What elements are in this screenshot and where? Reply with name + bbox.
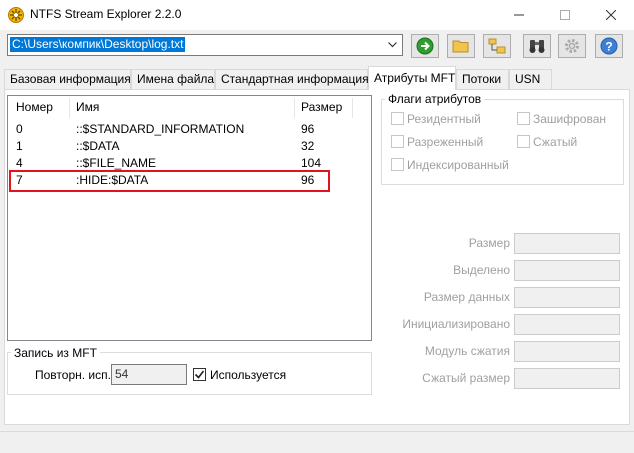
tree-view-button[interactable]	[483, 34, 511, 58]
column-divider	[69, 98, 70, 118]
reuse-label: Повторн. исп.	[35, 368, 111, 382]
attributes-list[interactable]: Номер Имя Размер 0 ::$STANDARD_INFORMATI…	[7, 95, 372, 341]
allocated-label: Выделено	[453, 263, 510, 277]
close-icon	[606, 10, 616, 20]
go-arrow-icon	[416, 37, 434, 55]
column-divider	[294, 98, 295, 118]
path-dropdown-button[interactable]	[384, 35, 400, 55]
data-size-label: Размер данных	[423, 290, 510, 304]
binoculars-icon	[529, 40, 545, 53]
maximize-button[interactable]	[542, 0, 588, 30]
allocated-field	[514, 260, 620, 281]
compressed-size-label: Сжатый размер	[422, 371, 510, 385]
row-name: ::$STANDARD_INFORMATION	[76, 122, 245, 136]
column-divider	[352, 98, 353, 118]
compressed-size-field	[514, 368, 620, 389]
close-button[interactable]	[588, 0, 634, 30]
window-title: NTFS Stream Explorer 2.2.0	[30, 7, 182, 21]
settings-button[interactable]	[558, 34, 586, 58]
help-button[interactable]: ?	[595, 34, 623, 58]
svg-text:?: ?	[605, 40, 612, 54]
column-header-name[interactable]: Имя	[76, 96, 99, 119]
checkmark-icon	[194, 370, 205, 379]
column-header-number[interactable]: Номер	[16, 96, 53, 119]
column-header-size[interactable]: Размер	[301, 96, 342, 119]
row-name: ::$DATA	[76, 139, 120, 153]
maximize-icon	[560, 10, 570, 20]
compression-unit-label: Модуль сжатия	[424, 344, 510, 358]
tab-basic-info[interactable]: Базовая информация	[4, 69, 131, 89]
in-use-label: Используется	[210, 368, 287, 382]
status-bar	[0, 431, 634, 453]
size-field	[514, 233, 620, 254]
folder-tree-icon	[488, 38, 506, 54]
row-number: 1	[16, 139, 23, 153]
compressed-label: Сжатый	[533, 135, 578, 149]
indexed-checkbox[interactable]	[391, 158, 404, 171]
minimize-button[interactable]	[496, 0, 542, 30]
row-size: 96	[301, 122, 315, 136]
sparse-label: Разреженный	[407, 135, 484, 149]
gear-icon	[565, 39, 579, 53]
compression-unit-field	[514, 341, 620, 362]
chevron-down-icon	[387, 42, 397, 48]
resident-label: Резидентный	[407, 112, 481, 126]
folder-icon	[452, 40, 469, 53]
sparse-checkbox[interactable]	[391, 135, 404, 148]
size-label: Размер	[468, 236, 510, 250]
path-value: C:\Users\компик\Desktop\log.txt	[10, 37, 186, 52]
compressed-checkbox[interactable]	[517, 135, 530, 148]
path-combobox[interactable]: C:\Users\компик\Desktop\log.txt	[7, 34, 403, 56]
indexed-label: Индексированный	[407, 158, 509, 172]
encrypted-checkbox[interactable]	[517, 112, 530, 125]
tab-usn[interactable]: USN	[509, 69, 552, 89]
tab-file-names[interactable]: Имена файла	[131, 69, 215, 89]
title-bar: NTFS Stream Explorer 2.2.0	[0, 0, 634, 30]
search-button[interactable]	[523, 34, 551, 58]
data-size-field	[514, 287, 620, 308]
hidden-stream-highlight	[9, 170, 330, 192]
initialized-field	[514, 314, 620, 335]
encrypted-label: Зашифрован	[533, 112, 607, 126]
tab-standard-info[interactable]: Стандартная информация	[215, 69, 369, 89]
app-icon	[8, 7, 24, 23]
reuse-field: 54	[111, 364, 187, 385]
row-number: 0	[16, 122, 23, 136]
table-row[interactable]: 0 ::$STANDARD_INFORMATION 96	[8, 121, 371, 138]
tab-streams[interactable]: Потоки	[456, 69, 509, 89]
initialized-label: Инициализировано	[402, 317, 510, 331]
resident-checkbox[interactable]	[391, 112, 404, 125]
mft-record-title: Запись из MFT	[11, 346, 100, 360]
go-button[interactable]	[411, 34, 439, 58]
row-size: 32	[301, 139, 315, 153]
open-folder-button[interactable]	[447, 34, 475, 58]
in-use-checkbox[interactable]	[193, 368, 206, 381]
minimize-icon	[514, 14, 524, 16]
table-row[interactable]: 1 ::$DATA 32	[8, 138, 371, 155]
attribute-flags-title: Флаги атрибутов	[385, 92, 485, 106]
help-icon: ?	[600, 37, 618, 55]
tab-mft-attributes[interactable]: Атрибуты MFT	[368, 66, 456, 90]
